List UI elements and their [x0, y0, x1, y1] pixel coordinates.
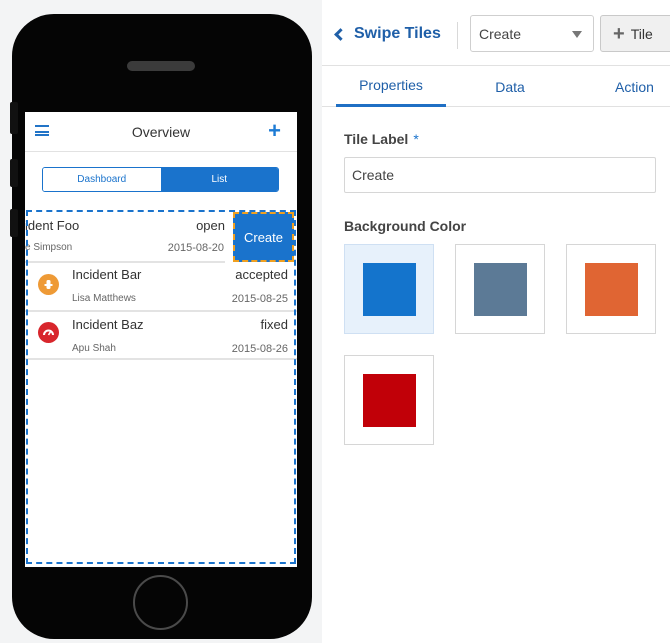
view-switcher: Dashboard List — [42, 167, 279, 192]
item-status: fixed — [260, 317, 288, 332]
app-header: Overview + — [25, 112, 297, 152]
back-button-label: Swipe Tiles — [354, 25, 441, 42]
hamburger-menu-icon[interactable] — [35, 125, 49, 136]
background-color-heading: Background Color — [344, 218, 467, 234]
swatch-fill — [362, 262, 416, 316]
item-assignee: e Simpson — [25, 242, 73, 253]
app-title: Overview — [131, 123, 191, 140]
add-tile-label: Tile — [630, 25, 653, 42]
item-status: open — [196, 218, 225, 233]
phone-side-button — [10, 209, 18, 237]
color-swatch-red[interactable] — [344, 355, 434, 445]
item-date: 2015-08-25 — [231, 293, 288, 305]
phone-home-button — [133, 575, 188, 630]
color-swatch-blue[interactable] — [344, 244, 434, 334]
swatch-fill — [473, 262, 527, 316]
row-divider — [25, 358, 297, 360]
phone-side-button — [10, 102, 18, 134]
segment-dashboard[interactable]: Dashboard — [43, 168, 161, 191]
swatch-fill — [362, 373, 416, 427]
item-assignee: Apu Shah — [72, 343, 116, 354]
swatch-fill — [584, 262, 638, 316]
list-item[interactable]: Incident Bar accepted Lisa Matthews 2015… — [25, 262, 297, 311]
properties-panel: Swipe Tiles Create + Tile Properties Dat… — [322, 0, 670, 643]
chevron-left-icon — [334, 28, 347, 41]
phone-side-button — [10, 159, 18, 187]
item-title: ident Foo — [25, 218, 80, 233]
caret-down-icon — [572, 31, 582, 38]
header-divider — [457, 22, 458, 49]
plus-icon: + — [613, 22, 625, 45]
swipe-tile-create[interactable]: Create — [233, 212, 294, 262]
tab-action[interactable]: Action — [592, 66, 670, 107]
list-item[interactable]: Incident Baz fixed Apu Shah 2015-08-26 — [25, 312, 297, 361]
phone-screen: Overview + Dashboard List ident Foo open… — [25, 112, 297, 567]
tile-label-heading: Tile Label * — [344, 131, 419, 147]
tile-label-input[interactable] — [344, 157, 656, 193]
item-title: Incident Baz — [72, 317, 144, 332]
item-date: 2015-08-20 — [167, 242, 224, 254]
panel-header: Swipe Tiles Create + Tile — [322, 0, 670, 66]
tab-properties[interactable]: Properties — [336, 66, 446, 107]
add-icon[interactable]: + — [268, 120, 281, 142]
swipe-tile-label: Create — [243, 229, 284, 245]
tab-data[interactable]: Data — [460, 66, 560, 107]
segment-list[interactable]: List — [160, 168, 278, 191]
item-date: 2015-08-26 — [231, 343, 288, 355]
gauge-icon — [38, 322, 59, 343]
item-status: accepted — [235, 267, 288, 282]
back-button[interactable]: Swipe Tiles — [334, 25, 441, 43]
tile-label-text: Tile Label — [344, 131, 409, 147]
phone-speaker — [127, 61, 195, 71]
item-assignee: Lisa Matthews — [72, 293, 136, 304]
required-marker: * — [413, 131, 419, 147]
panel-tabs: Properties Data Action — [322, 66, 670, 107]
tile-select-value: Create — [479, 25, 522, 42]
item-title: Incident Bar — [72, 267, 142, 282]
color-swatch-slate[interactable] — [455, 244, 545, 334]
color-swatch-orange[interactable] — [566, 244, 656, 334]
add-tile-button[interactable]: + Tile — [600, 15, 670, 52]
tile-select[interactable]: Create — [470, 15, 594, 52]
fire-hydrant-icon — [38, 274, 59, 295]
